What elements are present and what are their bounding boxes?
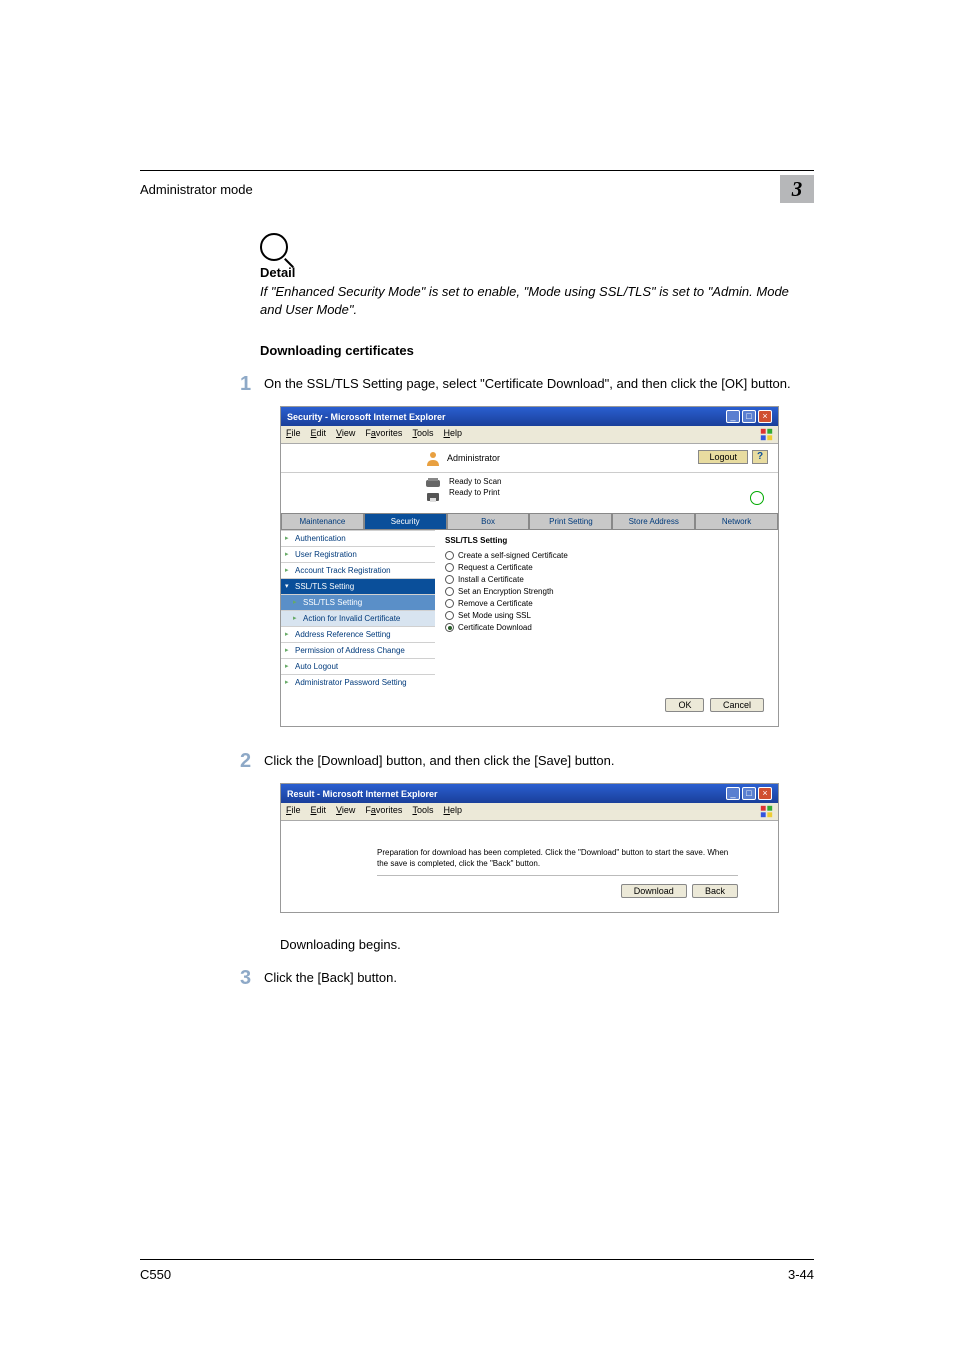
menu-file[interactable]: File bbox=[286, 805, 301, 818]
step-text: Click the [Download] button, and then cl… bbox=[264, 751, 615, 771]
running-header: Administrator mode bbox=[140, 182, 780, 197]
menu-edit[interactable]: Edit bbox=[311, 428, 327, 441]
minimize-icon[interactable]: _ bbox=[726, 787, 740, 800]
result-message: Preparation for download has been comple… bbox=[377, 847, 738, 876]
ie-flag-icon bbox=[759, 805, 773, 818]
menu-favorites[interactable]: Favorites bbox=[365, 805, 402, 818]
admin-label: Administrator bbox=[447, 453, 500, 463]
menu-edit[interactable]: Edit bbox=[311, 805, 327, 818]
scanner-icon bbox=[425, 477, 441, 489]
step-number: 1 bbox=[240, 374, 264, 394]
detail-text: If "Enhanced Security Mode" is set to en… bbox=[260, 283, 800, 318]
tab-box[interactable]: Box bbox=[447, 513, 530, 530]
step-2: 2 Click the [Download] button, and then … bbox=[240, 751, 800, 771]
menu-bar: File Edit View Favorites Tools Help bbox=[281, 803, 778, 821]
sidebar-nav: Authentication User Registration Account… bbox=[281, 530, 435, 690]
menu-tools[interactable]: Tools bbox=[412, 805, 433, 818]
radio-install-cert[interactable]: Install a Certificate bbox=[445, 575, 768, 584]
close-icon[interactable]: × bbox=[758, 410, 772, 423]
radio-set-ssl-mode[interactable]: Set Mode using SSL bbox=[445, 611, 768, 620]
maximize-icon[interactable]: □ bbox=[742, 410, 756, 423]
back-button[interactable]: Back bbox=[692, 884, 738, 898]
close-icon[interactable]: × bbox=[758, 787, 772, 800]
downloading-begins: Downloading begins. bbox=[280, 937, 814, 952]
tab-security[interactable]: Security bbox=[364, 513, 447, 530]
menu-tools[interactable]: Tools bbox=[412, 428, 433, 441]
radio-cert-download[interactable]: Certificate Download bbox=[445, 623, 768, 632]
step-3: 3 Click the [Back] button. bbox=[240, 968, 800, 988]
ok-button[interactable]: OK bbox=[665, 698, 704, 712]
nav-permission-address-change[interactable]: Permission of Address Change bbox=[281, 642, 435, 658]
magnifier-icon bbox=[260, 233, 288, 261]
tab-network[interactable]: Network bbox=[695, 513, 778, 530]
radio-create-selfsigned[interactable]: Create a self-signed Certificate bbox=[445, 551, 768, 560]
nav-address-reference[interactable]: Address Reference Setting bbox=[281, 626, 435, 642]
status-scan: Ready to Scan bbox=[449, 477, 501, 486]
nav-user-registration[interactable]: User Registration bbox=[281, 546, 435, 562]
refresh-icon[interactable] bbox=[750, 491, 764, 505]
download-button[interactable]: Download bbox=[621, 884, 687, 898]
radio-remove-cert[interactable]: Remove a Certificate bbox=[445, 599, 768, 608]
nav-ssl-setting[interactable]: SSL/TLS Setting bbox=[281, 578, 435, 594]
menu-file[interactable]: File bbox=[286, 428, 301, 441]
footer-model: C550 bbox=[140, 1267, 171, 1282]
window-titlebar: Security - Microsoft Internet Explorer _… bbox=[281, 407, 778, 426]
ie-flag-icon bbox=[759, 428, 773, 441]
screenshot-ssl-setting: Security - Microsoft Internet Explorer _… bbox=[280, 406, 779, 727]
menu-view[interactable]: View bbox=[336, 805, 355, 818]
radio-encryption-strength[interactable]: Set an Encryption Strength bbox=[445, 587, 768, 596]
main-panel: SSL/TLS Setting Create a self-signed Cer… bbox=[435, 530, 778, 690]
status-print: Ready to Print bbox=[449, 488, 501, 497]
tab-maintenance[interactable]: Maintenance bbox=[281, 513, 364, 530]
tab-store-address[interactable]: Store Address bbox=[612, 513, 695, 530]
detail-callout: Detail If "Enhanced Security Mode" is se… bbox=[260, 233, 800, 318]
detail-heading: Detail bbox=[260, 265, 800, 280]
footer-page: 3-44 bbox=[788, 1267, 814, 1282]
step-number: 3 bbox=[240, 968, 264, 988]
menu-help[interactable]: Help bbox=[443, 428, 462, 441]
panel-title: SSL/TLS Setting bbox=[445, 536, 768, 545]
help-button[interactable]: ? bbox=[752, 450, 768, 464]
menu-bar: File Edit View Favorites Tools Help bbox=[281, 426, 778, 444]
menu-favorites[interactable]: Favorites bbox=[365, 428, 402, 441]
maximize-icon[interactable]: □ bbox=[742, 787, 756, 800]
minimize-icon[interactable]: _ bbox=[726, 410, 740, 423]
step-text: On the SSL/TLS Setting page, select "Cer… bbox=[264, 374, 791, 394]
section-heading: Downloading certificates bbox=[260, 343, 814, 358]
step-text: Click the [Back] button. bbox=[264, 968, 397, 988]
menu-view[interactable]: View bbox=[336, 428, 355, 441]
screenshot-result: Result - Microsoft Internet Explorer _ □… bbox=[280, 783, 779, 913]
nav-admin-password[interactable]: Administrator Password Setting bbox=[281, 674, 435, 690]
cancel-button[interactable]: Cancel bbox=[710, 698, 764, 712]
logout-button[interactable]: Logout bbox=[698, 450, 748, 464]
radio-request-cert[interactable]: Request a Certificate bbox=[445, 563, 768, 572]
nav-ssl-setting-sub[interactable]: SSL/TLS Setting bbox=[281, 594, 435, 610]
nav-auto-logout[interactable]: Auto Logout bbox=[281, 658, 435, 674]
nav-account-track[interactable]: Account Track Registration bbox=[281, 562, 435, 578]
tab-bar: Maintenance Security Box Print Setting S… bbox=[281, 513, 778, 530]
administrator-icon bbox=[425, 450, 441, 466]
nav-authentication[interactable]: Authentication bbox=[281, 530, 435, 546]
menu-help[interactable]: Help bbox=[443, 805, 462, 818]
nav-invalid-cert-action[interactable]: Action for Invalid Certificate bbox=[281, 610, 435, 626]
window-title: Result - Microsoft Internet Explorer bbox=[287, 789, 726, 799]
chapter-number: 3 bbox=[780, 175, 814, 203]
window-titlebar: Result - Microsoft Internet Explorer _ □… bbox=[281, 784, 778, 803]
step-number: 2 bbox=[240, 751, 264, 771]
tab-print-setting[interactable]: Print Setting bbox=[529, 513, 612, 530]
window-title: Security - Microsoft Internet Explorer bbox=[287, 412, 726, 422]
step-1: 1 On the SSL/TLS Setting page, select "C… bbox=[240, 374, 800, 394]
printer-icon bbox=[425, 491, 441, 503]
